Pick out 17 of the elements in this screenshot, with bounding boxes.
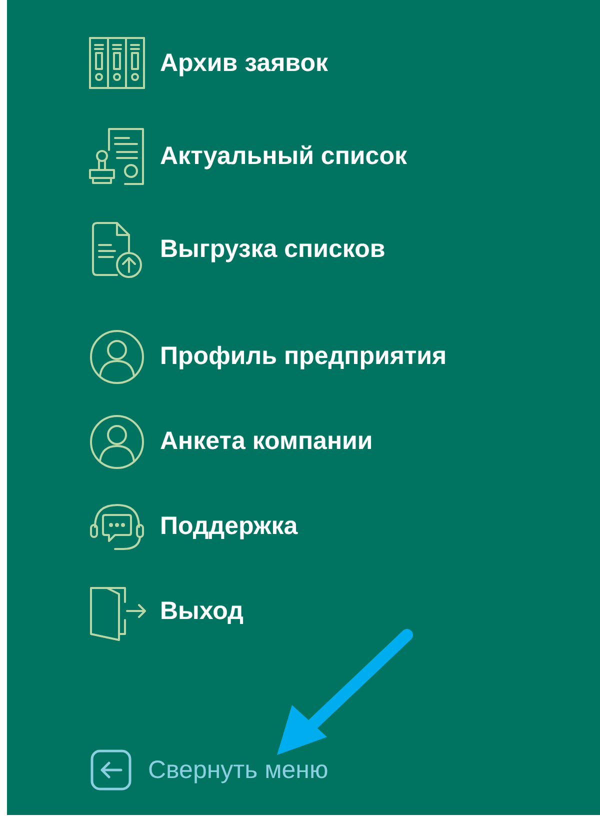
menu-item-label: Выгрузка списков xyxy=(160,234,386,264)
menu-item-label: Актуальный список xyxy=(160,142,407,170)
menu-item[interactable]: Выход xyxy=(87,569,600,654)
menu-item-label: Поддержка xyxy=(160,512,298,541)
menu-item-label: Профиль предприятия xyxy=(160,342,447,371)
menu-item[interactable]: Актуальный список xyxy=(87,113,600,199)
menu-item-label: Выход xyxy=(160,597,244,626)
document-stamp-icon xyxy=(87,126,147,186)
collapse-menu-link[interactable]: Свернуть меню xyxy=(87,745,600,795)
menu-item[interactable]: Поддержка xyxy=(87,484,600,569)
menu-item[interactable]: Архив заявок xyxy=(87,20,600,106)
collapse-menu-label: Свернуть меню xyxy=(148,756,328,784)
menu-item-label: Анкета компании xyxy=(160,427,373,456)
menu-item[interactable]: Анкета компании xyxy=(87,399,600,484)
menu-item-label: Архив заявок xyxy=(160,48,328,78)
menu-item[interactable]: Профиль предприятия xyxy=(87,314,600,399)
menu-item[interactable]: Выгрузка списков xyxy=(87,206,600,292)
